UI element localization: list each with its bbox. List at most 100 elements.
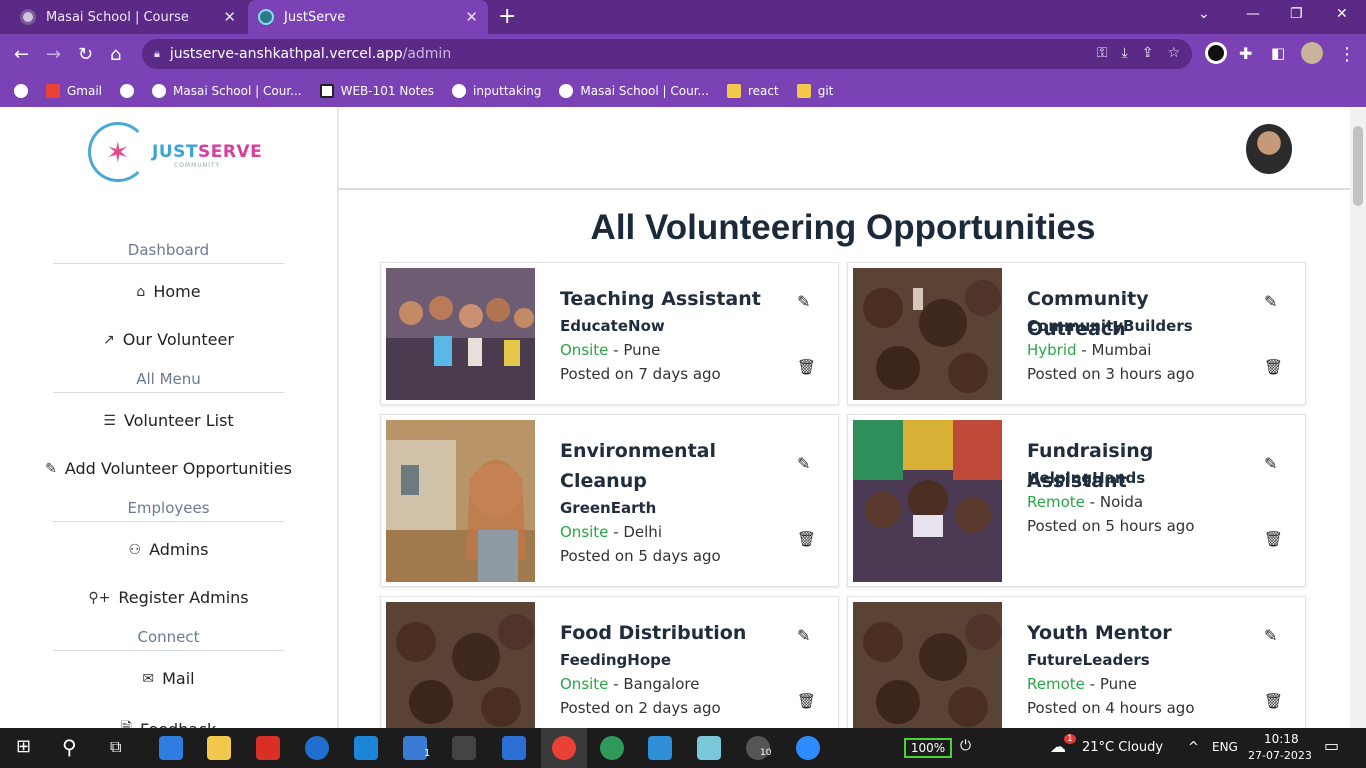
tray-chevron-icon[interactable]: ^ — [1188, 740, 1199, 755]
launcher-l-icon[interactable] — [648, 736, 672, 760]
opportunity-card[interactable]: Environmental Cleanup GreenEarth Onsite … — [380, 414, 839, 587]
zoom-icon[interactable] — [796, 736, 820, 760]
restore-icon[interactable]: ❐ — [1290, 6, 1303, 22]
sidebar-item-volunteer-list[interactable]: ☰ Volunteer List — [0, 411, 337, 430]
clock-date[interactable]: 27-07-2023 — [1248, 749, 1312, 762]
opportunity-card[interactable]: Food Distribution FeedingHope Onsite - B… — [380, 596, 839, 728]
install-icon[interactable]: ⤓ — [1122, 45, 1128, 61]
delete-trash-icon[interactable]: 🗑︎ — [797, 530, 816, 548]
sidebar-item-our-volunteer[interactable]: ↗ Our Volunteer — [0, 330, 337, 349]
bookmark-inputtaking[interactable]: inputtaking — [451, 83, 541, 98]
close-window-icon[interactable]: ✕ — [1336, 6, 1348, 22]
close-tab-icon[interactable]: ✕ — [465, 8, 478, 26]
notifications-icon[interactable]: ▭ — [1324, 736, 1339, 755]
scrollbar-thumb[interactable] — [1353, 126, 1363, 206]
key-icon[interactable]: ⚿ — [1097, 45, 1108, 61]
logo-word-serve: SERVE — [197, 142, 263, 162]
share-icon[interactable]: ⇪ — [1142, 45, 1154, 61]
windows-start-icon[interactable]: ⊞ — [16, 736, 31, 757]
reload-icon[interactable]: ↻ — [78, 44, 93, 65]
opportunity-card[interactable]: Youth Mentor FutureLeaders Remote - Pune… — [847, 596, 1306, 728]
github-icon[interactable] — [452, 736, 476, 760]
logo-people-icon: ✶ — [106, 136, 130, 169]
edit-pencil-icon[interactable]: ✎ — [797, 454, 810, 473]
edit-pencil-icon[interactable]: ✎ — [1264, 454, 1277, 473]
minimize-icon[interactable]: — — [1246, 6, 1260, 22]
store-icon[interactable] — [159, 736, 183, 760]
card-location: Onsite - Delhi — [560, 523, 662, 541]
card-mode: Remote — [1027, 675, 1085, 693]
section-employees: Employees — [53, 499, 284, 522]
bookmark-masai-2[interactable]: Masai School | Cour... — [559, 83, 709, 98]
edit-pencil-icon[interactable]: ✎ — [1264, 626, 1277, 645]
search-icon[interactable]: ⚲ — [62, 735, 77, 759]
home-browser-icon[interactable]: ⌂ — [110, 44, 121, 65]
delete-trash-icon[interactable]: 🗑︎ — [1264, 358, 1283, 376]
bookmark-masai-1[interactable]: Masai School | Cour... — [152, 83, 302, 98]
folder-icon — [796, 83, 811, 98]
delete-trash-icon[interactable]: 🗑︎ — [797, 692, 816, 710]
back-arrow-icon[interactable]: ← — [14, 44, 29, 65]
delete-trash-icon[interactable]: 🗑︎ — [797, 358, 816, 376]
battery-indicator[interactable]: 100% — [904, 738, 952, 758]
tab-justserve[interactable]: JustServe ✕ — [248, 0, 488, 34]
sidebar-item-label: Add Volunteer Opportunities — [64, 459, 292, 478]
bookmark-gmail[interactable]: Gmail — [46, 83, 102, 98]
sidebar-item-add-opportunities[interactable]: ✎ Add Volunteer Opportunities — [0, 459, 337, 478]
puzzle-icon[interactable]: ✚ — [1239, 44, 1252, 63]
sidebar-item-label: Volunteer List — [123, 411, 234, 430]
notes-app-icon[interactable] — [697, 736, 721, 760]
bookmark-web101[interactable]: WEB-101 Notes — [319, 83, 434, 98]
profile-avatar[interactable] — [1301, 42, 1323, 64]
edit-pencil-icon[interactable]: ✎ — [797, 292, 810, 311]
defender-icon[interactable] — [502, 736, 526, 760]
new-tab-icon[interactable]: + — [498, 4, 516, 29]
url-field[interactable]: 🔒︎ justserve-anshkathpal.vercel.app/admi… — [142, 39, 1192, 69]
user-avatar[interactable] — [1246, 124, 1292, 174]
chrome-icon[interactable] — [552, 736, 576, 760]
edge-icon[interactable] — [600, 736, 624, 760]
language-indicator[interactable]: ENG — [1212, 740, 1238, 754]
wps-office-icon[interactable] — [256, 736, 280, 760]
opportunity-card[interactable]: Fundraising Assistant HelpingHands Remot… — [847, 414, 1306, 587]
opportunity-card[interactable]: Community Outreach CommunityBuilders Hyb… — [847, 262, 1306, 405]
sidebar-item-register-admins[interactable]: ⚲+ Register Admins — [0, 588, 337, 607]
vscode-icon[interactable] — [354, 736, 378, 760]
bookmark-apps[interactable] — [14, 83, 28, 98]
ccleaner-icon[interactable] — [305, 736, 329, 760]
card-location: Hybrid - Mumbai — [1027, 341, 1152, 359]
tab-search-chevron-icon[interactable]: ⌄ — [1198, 6, 1210, 22]
extension-icon[interactable] — [1205, 42, 1227, 64]
bookmark-git[interactable]: git — [796, 83, 833, 98]
sidebar-item-admins[interactable]: ⚇ Admins — [0, 540, 337, 559]
bookmark-globe[interactable] — [120, 83, 135, 98]
bookmark-star-icon[interactable]: ☆ — [1167, 45, 1180, 61]
edit-pencil-icon[interactable]: ✎ — [1264, 292, 1277, 311]
menu-dots-icon[interactable]: ⋮ — [1338, 44, 1356, 65]
folder-icon — [727, 83, 741, 98]
sidebar-item-home[interactable]: ⌂ Home — [0, 282, 337, 301]
justserve-logo[interactable]: ✶ JUSTSERVE COMMUNITY — [88, 122, 268, 186]
side-panel-icon[interactable]: ◧ — [1271, 44, 1285, 62]
edit-pencil-icon[interactable]: ✎ — [797, 626, 810, 645]
masai-favicon-icon — [20, 9, 36, 25]
sidebar-item-label: Feedback — [140, 720, 216, 729]
page-scrollbar[interactable] — [1350, 108, 1366, 728]
delete-trash-icon[interactable]: 🗑︎ — [1264, 530, 1283, 548]
clock-time[interactable]: 10:18 — [1264, 732, 1299, 746]
opportunity-card[interactable]: Teaching Assistant EducateNow Onsite - P… — [380, 262, 839, 405]
card-mode: Onsite — [560, 341, 609, 359]
close-tab-icon[interactable]: ✕ — [223, 8, 236, 26]
forward-arrow-icon[interactable]: → — [46, 44, 61, 65]
card-posted: Posted on 4 hours ago — [1027, 699, 1195, 717]
file-explorer-icon[interactable] — [207, 736, 231, 760]
bookmark-react[interactable]: react — [727, 83, 779, 98]
sidebar-item-feedback[interactable]: 🗎︎ Feedback — [0, 717, 337, 729]
task-view-icon[interactable]: ⧉ — [110, 737, 121, 757]
bookmark-label: react — [748, 83, 779, 98]
delete-trash-icon[interactable]: 🗑︎ — [1264, 692, 1283, 710]
sidebar-item-mail[interactable]: ✉ Mail — [0, 669, 337, 688]
weather-text[interactable]: 21°C Cloudy — [1082, 740, 1163, 755]
tab-masai-school[interactable]: Masai School | Course ✕ — [0, 0, 246, 34]
logo-wordmark: JUSTSERVE — [152, 142, 262, 162]
